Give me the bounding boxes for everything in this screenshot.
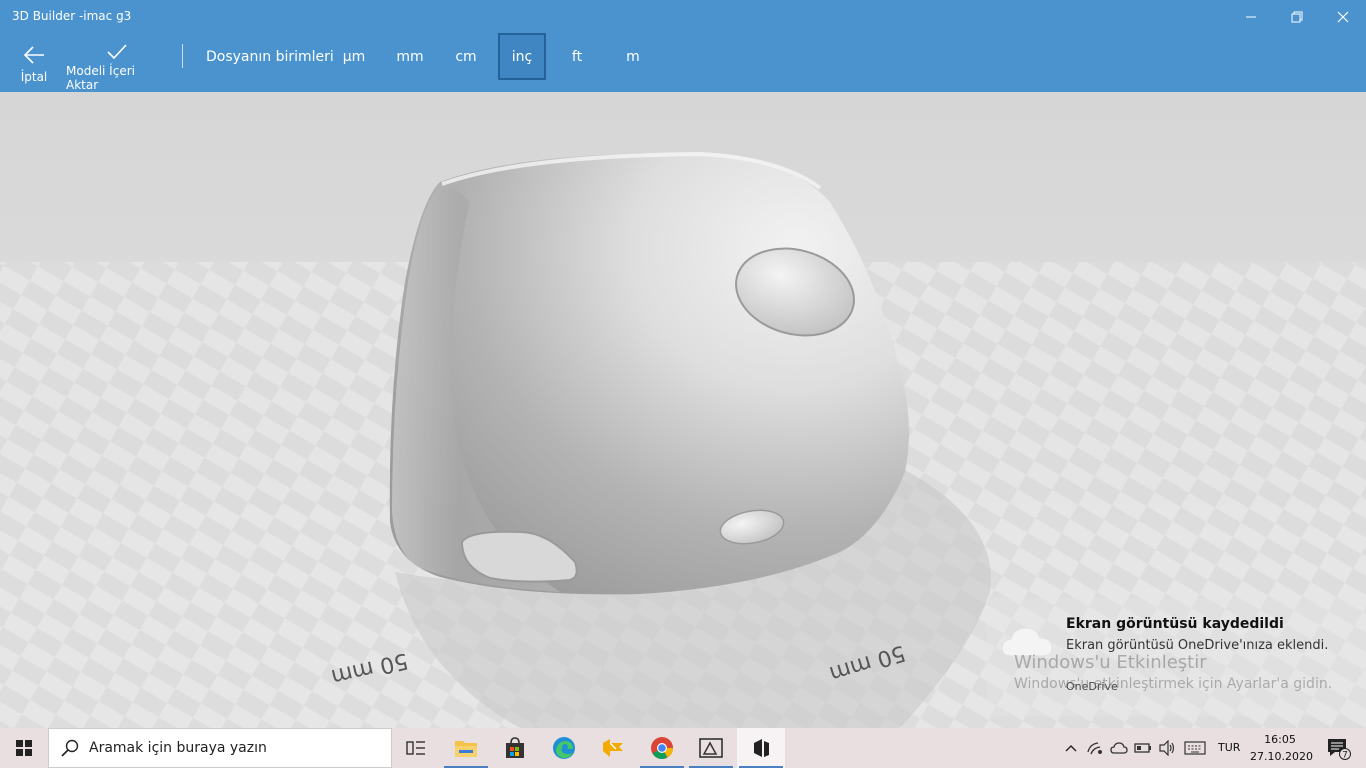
activation-watermark-title: Windows'u Etkinleştir <box>1014 652 1207 673</box>
taskbar: Aramak için buraya yazın TUR 16:05 27.10… <box>0 728 1366 768</box>
close-button[interactable] <box>1320 0 1366 34</box>
edge-taskbar-button[interactable] <box>540 728 588 768</box>
wifi-sync-icon <box>1087 742 1102 755</box>
cancel-button[interactable]: İptal <box>12 34 56 92</box>
battery-tray-button[interactable] <box>1132 728 1154 768</box>
volume-tray-button[interactable] <box>1156 728 1178 768</box>
crop-tool-icon <box>603 739 623 757</box>
unit-option-um[interactable]: µm <box>330 33 378 80</box>
microsoft-store-taskbar-button[interactable] <box>491 728 539 768</box>
speaker-icon <box>1159 740 1175 756</box>
photo-frame-icon <box>699 738 723 758</box>
task-view-icon <box>406 741 425 755</box>
input-language-indicator[interactable]: TUR <box>1218 741 1240 754</box>
edge-browser-icon <box>553 737 575 759</box>
windows-logo-icon <box>16 740 32 756</box>
unit-option-mm[interactable]: mm <box>386 33 434 80</box>
onedrive-tray-button[interactable] <box>1108 728 1130 768</box>
import-model-label: Modeli İçeri Aktar <box>66 64 135 92</box>
network-tray-button[interactable] <box>1084 728 1106 768</box>
title-bar: 3D Builder -imac g3 <box>0 0 1366 34</box>
close-icon <box>1337 11 1349 23</box>
cloud-icon <box>1110 742 1128 754</box>
action-center-button[interactable]: 7 <box>1318 728 1358 768</box>
system-clock[interactable]: 16:05 27.10.2020 <box>1250 731 1313 765</box>
chrome-browser-icon <box>651 737 673 759</box>
search-placeholder: Aramak için buraya yazın <box>89 740 267 756</box>
chevron-up-icon <box>1065 745 1077 752</box>
taskbar-search-box[interactable]: Aramak için buraya yazın <box>48 728 392 768</box>
window-title: 3D Builder -imac g3 <box>12 9 132 23</box>
clock-time: 16:05 <box>1264 733 1296 746</box>
unit-option-cm[interactable]: cm <box>442 33 490 80</box>
battery-icon <box>1134 743 1151 753</box>
3d-builder-taskbar-button[interactable] <box>737 728 785 768</box>
minimize-button[interactable] <box>1228 0 1274 34</box>
import-model-button[interactable]: Modeli İçeri Aktar <box>66 34 168 92</box>
image-viewer-taskbar-button[interactable] <box>687 728 735 768</box>
file-explorer-taskbar-button[interactable] <box>442 728 490 768</box>
activation-watermark-text: Windows'u etkinleştirmek için Ayarlar'a … <box>1014 676 1333 692</box>
3d-builder-icon <box>754 739 769 757</box>
command-separator <box>182 44 183 68</box>
notification-count-badge: 7 <box>1342 751 1348 761</box>
toast-title: Ekran görüntüsü kaydedildi <box>1066 616 1284 632</box>
start-button[interactable] <box>0 728 48 768</box>
restore-button[interactable] <box>1274 0 1320 34</box>
checkmark-icon <box>107 44 127 60</box>
file-units-label: Dosyanın birimleri <box>206 49 334 65</box>
cancel-label: İptal <box>20 70 48 84</box>
chrome-taskbar-button[interactable] <box>638 728 686 768</box>
folder-icon <box>455 741 477 757</box>
minimize-icon <box>1246 16 1256 18</box>
show-hidden-icons-button[interactable] <box>1060 728 1082 768</box>
keyboard-icon <box>1184 741 1206 755</box>
command-bar: İptal Modeli İçeri Aktar <box>0 34 1366 92</box>
search-icon <box>61 739 79 757</box>
task-view-button[interactable] <box>392 728 440 768</box>
unit-option-ft[interactable]: ft <box>553 33 601 80</box>
restore-icon <box>1291 11 1303 23</box>
touch-keyboard-button[interactable] <box>1182 728 1208 768</box>
unit-option-inch[interactable]: inç <box>498 33 546 80</box>
unit-option-m[interactable]: m <box>609 33 657 80</box>
store-bag-icon <box>506 737 524 758</box>
back-arrow-icon <box>23 46 44 64</box>
notification-icon: 7 <box>1328 739 1351 761</box>
clock-date: 27.10.2020 <box>1250 750 1313 763</box>
paint-app-taskbar-button[interactable] <box>589 728 637 768</box>
